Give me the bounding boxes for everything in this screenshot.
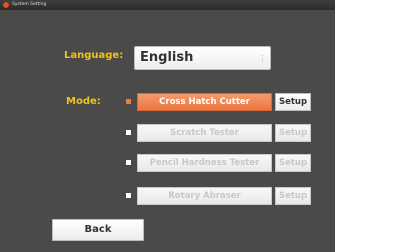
close-icon[interactable] xyxy=(3,2,9,8)
setup-button-pencil-hardness-tester[interactable]: Setup xyxy=(275,154,311,172)
mode-button-scratch-tester[interactable]: Scratch Tester xyxy=(137,124,272,142)
setup-button-scratch-tester[interactable]: Setup xyxy=(275,124,311,142)
language-select[interactable]: English xyxy=(134,46,271,70)
mode-button-pencil-hardness-tester[interactable]: Pencil Hardness Tester xyxy=(137,154,272,172)
language-label: Language: xyxy=(64,50,124,61)
mode-button-rotary-abraser[interactable]: Rotary Abraser xyxy=(137,187,272,205)
mode-label: Mode: xyxy=(66,96,101,107)
mode-button-cross-hatch-cutter[interactable]: Cross Hatch Cutter xyxy=(137,93,272,111)
language-select-value: English xyxy=(140,50,194,65)
setup-button-rotary-abraser[interactable]: Setup xyxy=(275,187,311,205)
system-setting-window: System Setting Language: English Mode: C… xyxy=(0,0,335,252)
title-bar: System Setting xyxy=(0,0,335,10)
mode-radio-rotary-abraser[interactable] xyxy=(126,193,131,198)
back-button[interactable]: Back xyxy=(52,219,144,241)
mode-radio-scratch-tester[interactable] xyxy=(126,130,131,135)
window-title: System Setting xyxy=(12,2,47,7)
select-arrow-icon xyxy=(262,55,265,62)
mode-radio-pencil-hardness-tester[interactable] xyxy=(126,160,131,165)
mode-radio-cross-hatch-cutter[interactable] xyxy=(126,99,131,104)
setup-button-cross-hatch-cutter[interactable]: Setup xyxy=(275,93,311,111)
